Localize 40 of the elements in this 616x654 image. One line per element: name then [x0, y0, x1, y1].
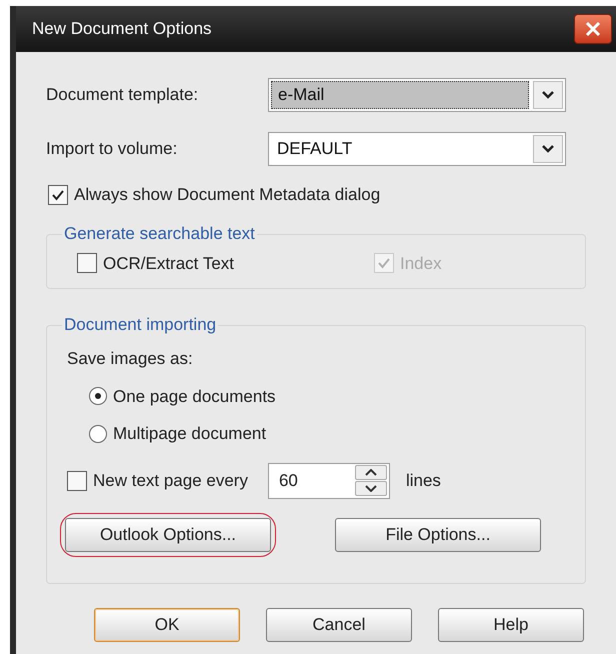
dialog-button[interactable]: Outlook Options... [65, 518, 271, 552]
spin-down-button[interactable] [354, 481, 387, 496]
close-icon [585, 21, 601, 37]
unit-label: lines [406, 470, 441, 492]
chevron-down-icon [541, 90, 555, 100]
checkbox[interactable] [67, 470, 87, 490]
dropdown-button[interactable] [533, 81, 563, 109]
group-title: Document importing [62, 315, 218, 335]
radio-button[interactable] [89, 387, 107, 406]
checkbox-label: Always show Document Metadata dialog [74, 184, 380, 206]
radio-label: One page documents [113, 386, 276, 408]
dialog-button[interactable]: Help [438, 608, 584, 642]
chevron-up-icon [364, 469, 377, 476]
section-label: Save images as: [67, 348, 194, 370]
window-title: New Document Options [32, 18, 212, 40]
dialog-button[interactable]: Cancel [266, 608, 412, 642]
radio-label: Multipage document [113, 423, 266, 445]
checkbox[interactable] [77, 253, 97, 274]
number-value: 60 [278, 470, 298, 492]
spin-up-button[interactable] [354, 465, 387, 480]
dropdown-button[interactable] [533, 135, 563, 163]
dialog-button[interactable]: File Options... [335, 518, 541, 552]
field-label: Import to volume: [46, 138, 178, 160]
dropdown-field[interactable]: e-Mail [268, 78, 566, 112]
dialog-button[interactable]: OK [94, 608, 240, 642]
close-button[interactable] [574, 14, 612, 44]
checkmark-icon [51, 188, 65, 202]
dropdown-value: DEFAULT [276, 138, 354, 160]
chevron-down-icon [364, 485, 377, 492]
checkbox[interactable] [48, 184, 68, 205]
chevron-down-icon [541, 144, 555, 154]
dropdown-value: e-Mail [271, 81, 529, 109]
checkmark-icon [377, 256, 391, 270]
checkbox-label: New text page every [93, 470, 248, 492]
checkbox-label: OCR/Extract Text [103, 252, 234, 274]
radio-button[interactable] [89, 424, 107, 443]
checkbox-label: Index [400, 252, 442, 274]
field-label: Document template: [46, 84, 200, 106]
dropdown-field[interactable]: DEFAULT [268, 132, 566, 166]
number-field[interactable]: 60 [268, 462, 390, 498]
